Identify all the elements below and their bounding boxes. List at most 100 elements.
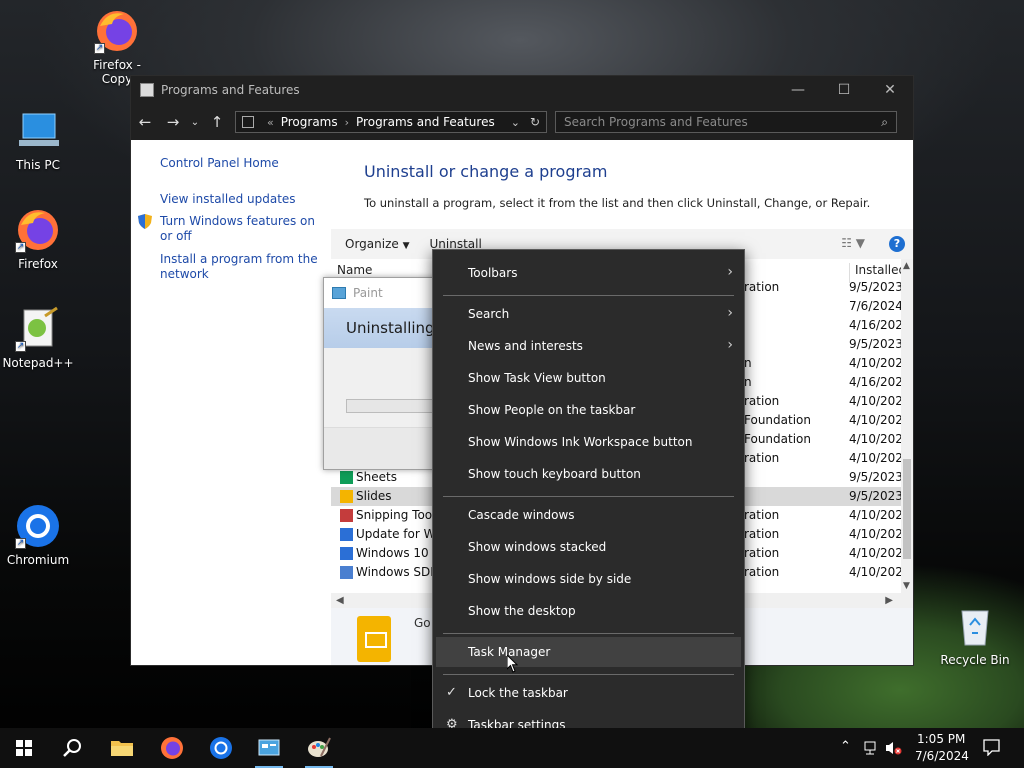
close-button[interactable]: ✕ — [867, 82, 913, 98]
column-header-name[interactable]: Name — [337, 263, 372, 277]
notifications-icon[interactable] — [983, 739, 1000, 756]
network-icon[interactable] — [863, 740, 879, 756]
program-icon — [340, 471, 353, 484]
desktop-icon-recycle-bin[interactable]: Recycle Bin — [937, 603, 1013, 667]
program-installed-date: 9/5/2023 — [849, 337, 901, 351]
program-installed-date: 4/10/2024 — [849, 413, 901, 427]
program-icon — [340, 547, 353, 560]
menu-item-show-the-desktop[interactable]: Show the desktop — [436, 596, 741, 626]
turn-windows-features-link[interactable]: Turn Windows features on or off — [160, 214, 320, 244]
breadcrumb-programs-and-features[interactable]: Programs and Features — [356, 115, 495, 129]
maximize-button[interactable]: ☐ — [821, 82, 867, 98]
refresh-icon[interactable]: ↻ — [530, 115, 540, 129]
view-options-icon[interactable]: ☷ ▼ — [841, 236, 865, 250]
notepad-plus-plus-icon: ↗ — [15, 306, 61, 352]
menu-item-news-and-interests[interactable]: News and interests › — [436, 331, 741, 361]
address-field[interactable]: « Programs › Programs and Features ⌄ ↻ — [235, 111, 547, 133]
program-publisher: Foundation — [744, 432, 811, 446]
volume-muted-icon[interactable] — [884, 740, 902, 756]
program-icon — [340, 490, 353, 503]
desktop-icon-notepad-plus-plus[interactable]: ↗ Notepad++ — [0, 306, 76, 370]
menu-item-show-people-on-the-taskbar[interactable]: Show People on the taskbar — [436, 395, 741, 425]
menu-item-label: Show the desktop — [468, 604, 576, 618]
taskbar-search-button[interactable] — [48, 728, 96, 768]
uac-shield-icon — [138, 214, 152, 229]
dialog-title: Paint — [353, 286, 383, 300]
start-icon — [16, 740, 32, 756]
program-icon — [340, 528, 353, 541]
taskbar-context-menu: Toolbars › Search › News and interests › Show … — [432, 249, 745, 750]
program-name: Windows SDK — [356, 565, 439, 579]
menu-item-label: Search — [468, 307, 510, 321]
shortcut-arrow-icon: ↗ — [15, 242, 26, 253]
clock-date[interactable]: 7/6/2024 — [915, 749, 969, 763]
menu-item-show-touch-keyboard-button[interactable]: Show touch keyboard button — [436, 459, 741, 489]
menu-item-show-windows-ink-workspace-button[interactable]: Show Windows Ink Workspace button — [436, 427, 741, 457]
show-hidden-icons-chevron-icon[interactable]: ⌃ — [840, 739, 851, 754]
minimize-button[interactable]: — — [775, 82, 821, 98]
address-dropdown-chevron-icon[interactable]: ⌄ — [511, 116, 520, 129]
menu-item-task-manager[interactable]: Task Manager — [436, 637, 741, 667]
taskbar-control-panel[interactable] — [245, 728, 293, 768]
desktop-icon-label: This PC — [16, 158, 60, 172]
uninstall-progress-bar — [346, 399, 437, 413]
desktop-icon-chromium[interactable]: ↗ Chromium — [0, 503, 76, 567]
desktop-icon-firefox[interactable]: ↗ Firefox — [0, 207, 76, 271]
scroll-right-icon[interactable]: ▶ — [885, 595, 893, 606]
clock-time[interactable]: 1:05 PM — [917, 732, 965, 746]
program-name: Update for Wir — [356, 527, 444, 541]
forward-arrow-icon[interactable]: → — [159, 113, 187, 131]
recent-locations-chevron-icon[interactable]: ⌄ — [187, 117, 203, 128]
chromium-icon: ↗ — [15, 503, 61, 549]
chevron-right-icon: › — [727, 337, 733, 353]
menu-item-label: Show People on the taskbar — [468, 403, 636, 417]
paint-icon — [308, 737, 331, 757]
view-installed-updates-link[interactable]: View installed updates — [160, 192, 320, 207]
scroll-down-icon[interactable]: ▼ — [903, 581, 910, 591]
back-arrow-icon[interactable]: ← — [131, 113, 159, 131]
breadcrumb-programs[interactable]: Programs — [281, 115, 338, 129]
scroll-thumb[interactable] — [903, 459, 911, 559]
start-button[interactable] — [0, 728, 48, 768]
menu-item-search[interactable]: Search › — [436, 299, 741, 329]
menu-separator — [443, 496, 734, 497]
title-bar[interactable]: Programs and Features — ☐ ✕ — [131, 76, 913, 104]
control-panel-home-link[interactable]: Control Panel Home — [160, 156, 320, 171]
scroll-up-icon[interactable]: ▲ — [903, 261, 910, 271]
search-input[interactable]: Search Programs and Features ⌕ — [555, 111, 897, 133]
organize-button[interactable]: Organize ▼ — [331, 237, 424, 251]
program-installed-date: 4/10/2024 — [849, 565, 901, 579]
program-installed-date: 4/10/2024 — [849, 508, 901, 522]
menu-item-lock-the-taskbar[interactable]: ✓ Lock the taskbar — [436, 678, 741, 708]
dialog-title-bar[interactable]: Paint — [324, 278, 437, 308]
taskbar-file-explorer[interactable] — [98, 728, 146, 768]
program-publisher: ration — [744, 527, 780, 541]
computer-icon — [15, 108, 61, 154]
program-installed-date: 4/10/2024 — [849, 451, 901, 465]
install-from-network-link[interactable]: Install a program from the network — [160, 252, 320, 282]
program-publisher: ration — [744, 546, 780, 560]
program-publisher: Foundation — [744, 413, 811, 427]
desktop-icon-label: Notepad++ — [2, 356, 74, 370]
desktop-icon-this-pc[interactable]: This PC — [0, 108, 76, 172]
shortcut-arrow-icon: ↗ — [15, 341, 26, 352]
menu-item-toolbars[interactable]: Toolbars › — [436, 258, 741, 288]
program-publisher: ration — [744, 565, 780, 579]
menu-item-label: Toolbars — [468, 266, 518, 280]
scroll-left-icon[interactable]: ◀ — [336, 595, 344, 606]
paint-icon — [332, 287, 346, 299]
vertical-scrollbar[interactable]: ▲ ▼ — [901, 259, 913, 593]
program-installed-date: 9/5/2023 — [849, 470, 901, 484]
taskbar-paint[interactable] — [295, 728, 343, 768]
menu-item-show-windows-side-by-side[interactable]: Show windows side by side — [436, 564, 741, 594]
menu-item-cascade-windows[interactable]: Cascade windows — [436, 500, 741, 530]
menu-item-show-windows-stacked[interactable]: Show windows stacked — [436, 532, 741, 562]
menu-item-show-task-view-button[interactable]: Show Task View button — [436, 363, 741, 393]
program-installed-date: 4/10/2024 — [849, 356, 901, 370]
program-name: Snipping Tool — [356, 508, 436, 522]
help-icon[interactable]: ? — [889, 236, 905, 252]
menu-item-label: Show touch keyboard button — [468, 467, 641, 481]
taskbar-chromium[interactable] — [197, 728, 245, 768]
up-arrow-icon[interactable]: ↑ — [203, 113, 231, 131]
taskbar-firefox[interactable] — [148, 728, 196, 768]
